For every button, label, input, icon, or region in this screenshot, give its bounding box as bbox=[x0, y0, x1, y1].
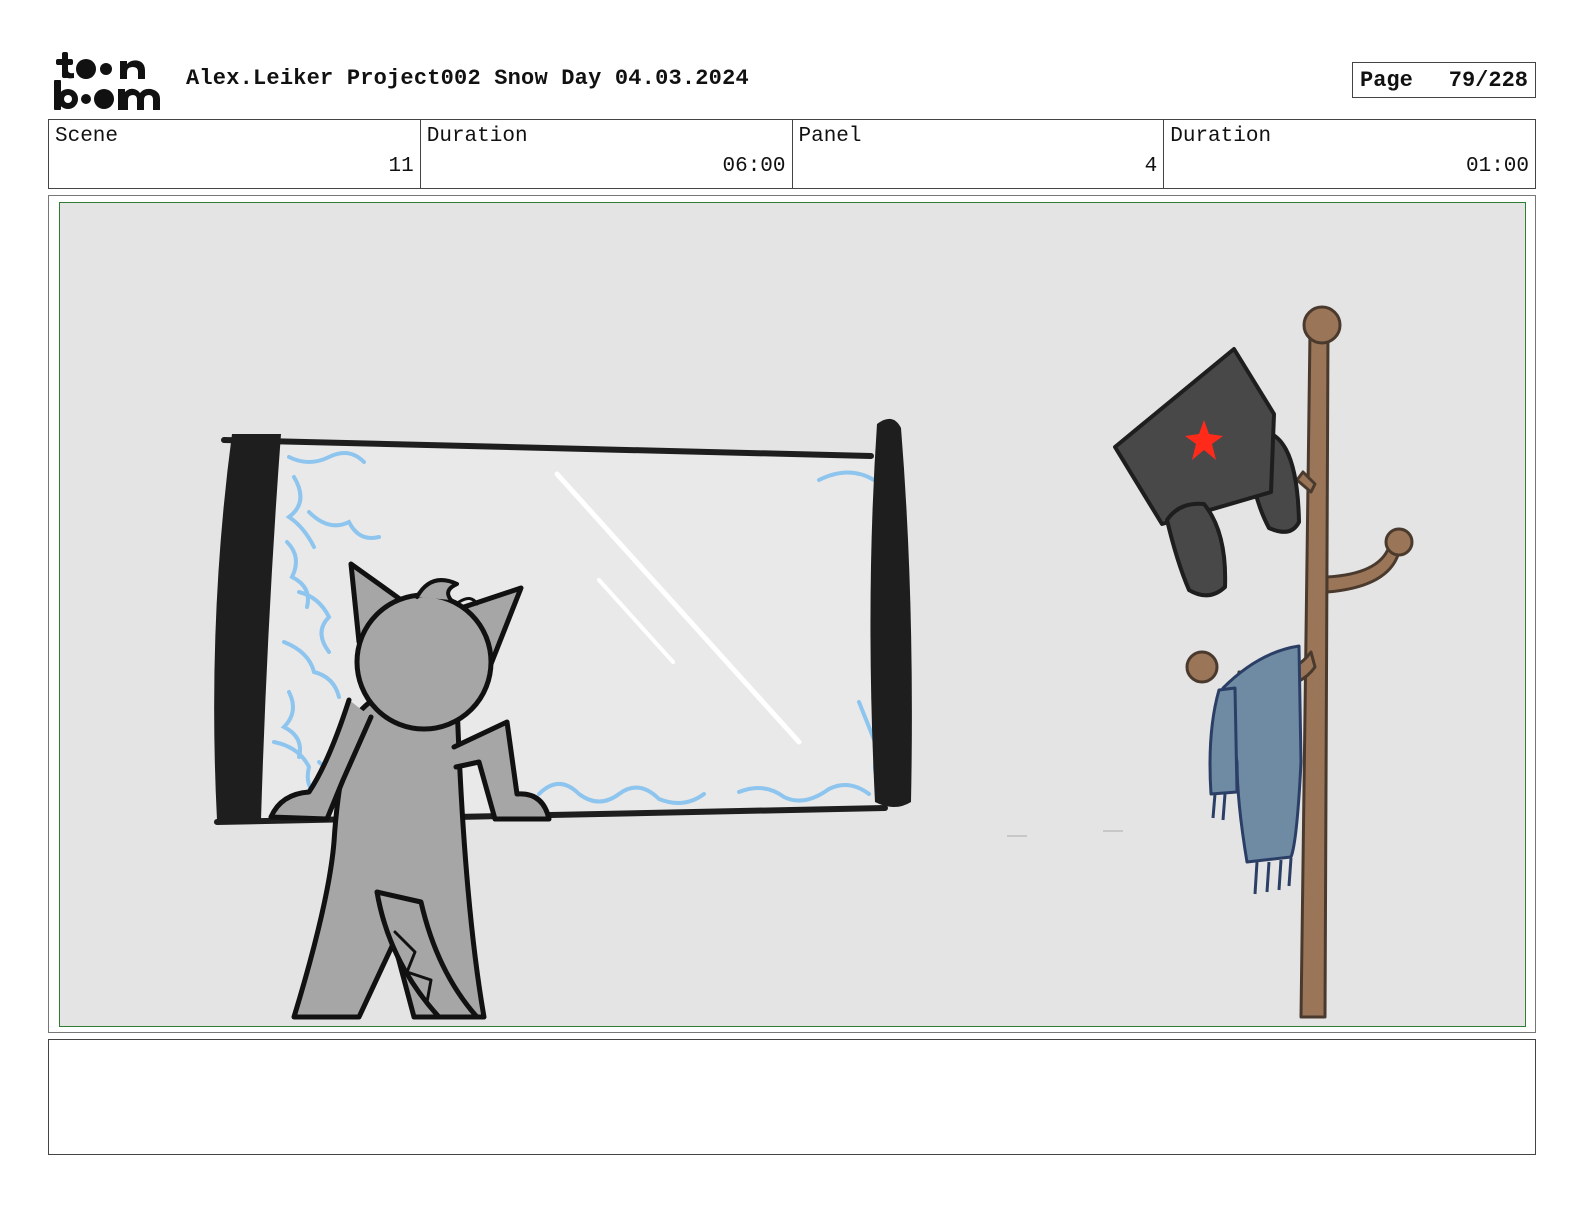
scene-duration-cell: Duration 06:00 bbox=[421, 120, 793, 188]
window bbox=[214, 418, 912, 825]
page-label: Page bbox=[1360, 67, 1413, 93]
scene-info-table: Scene 11 Duration 06:00 Panel 4 Duration… bbox=[48, 119, 1536, 189]
panel-duration-value: 01:00 bbox=[1465, 155, 1529, 178]
panel-cell: Panel 4 bbox=[793, 120, 1165, 188]
scene-cell: Scene 11 bbox=[49, 120, 421, 188]
panel-label: Panel bbox=[798, 125, 862, 148]
panel-notes-box[interactable] bbox=[48, 1039, 1536, 1155]
storyboard-panel-drawing bbox=[59, 202, 1526, 1027]
document-title: Alex.Leiker Project002 Snow Day 04.03.20… bbox=[186, 66, 749, 91]
panel-duration-cell: Duration 01:00 bbox=[1164, 120, 1535, 188]
toon-boom-logo bbox=[52, 50, 164, 112]
panel-value: 4 bbox=[1144, 155, 1158, 178]
scene-duration-value: 06:00 bbox=[722, 155, 786, 178]
scene-value: 11 bbox=[388, 155, 414, 178]
logo-icon bbox=[54, 52, 160, 110]
panel-duration-label: Duration bbox=[1170, 125, 1272, 148]
page-indicator: Page 79/228 bbox=[1352, 62, 1536, 98]
scene-duration-label: Duration bbox=[426, 125, 528, 148]
page-number: 79/228 bbox=[1448, 67, 1528, 93]
scene-label: Scene bbox=[55, 125, 119, 148]
